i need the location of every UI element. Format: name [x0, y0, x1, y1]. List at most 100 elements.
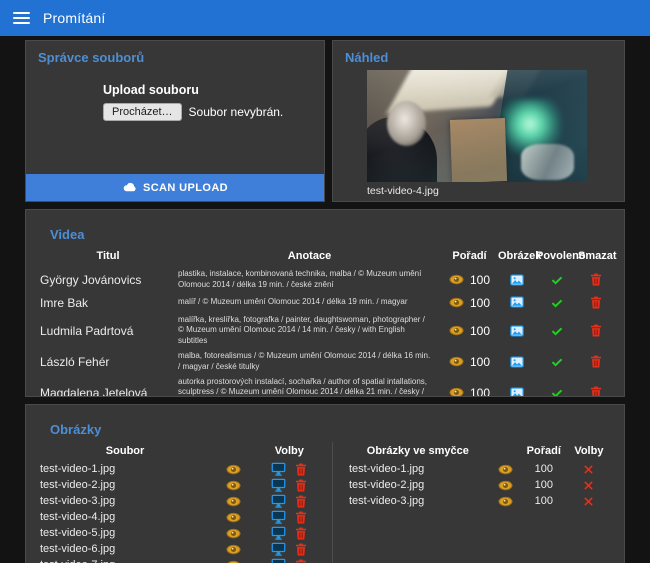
image-file-name: test-video-3.jpg [38, 493, 212, 509]
image-file-visibility-cell [212, 493, 256, 509]
image-file-options [256, 558, 323, 563]
file-manager-panel: Správce souborů Upload souboru Procházet… [25, 40, 325, 202]
video-delete-cell [578, 375, 614, 397]
file-input: Procházet… Soubor nevybrán. [103, 103, 324, 121]
visibility-eye-icon[interactable] [498, 464, 513, 475]
files-table-body: test-video-1.jpgtest-video-2.jpgtest-vid… [38, 461, 323, 563]
loop-image-row: test-video-2.jpg100 [347, 477, 612, 493]
visibility-eye-icon[interactable] [449, 387, 464, 397]
image-files-table: Soubor Volby test-video-1.jpgtest-video-… [38, 442, 323, 563]
video-order-cell: 100 [441, 375, 498, 397]
enabled-check-icon[interactable] [550, 324, 564, 337]
visibility-eye-icon[interactable] [226, 560, 241, 563]
delete-trash-icon[interactable] [590, 324, 602, 337]
visibility-eye-icon[interactable] [226, 480, 241, 491]
image-file-visibility-cell [212, 525, 256, 541]
video-order-value: 100 [470, 273, 490, 287]
visibility-eye-icon[interactable] [226, 528, 241, 539]
picture-icon[interactable] [510, 273, 524, 287]
delete-trash-icon[interactable] [295, 511, 307, 524]
visibility-eye-icon[interactable] [226, 544, 241, 555]
delete-trash-icon[interactable] [295, 559, 307, 563]
loop-image-file-name: test-video-3.jpg [347, 493, 489, 509]
picture-icon[interactable] [510, 324, 524, 338]
delete-trash-icon[interactable] [590, 273, 602, 286]
files-col-file: Soubor [38, 442, 212, 461]
visibility-eye-icon[interactable] [226, 512, 241, 523]
delete-trash-icon[interactable] [295, 527, 307, 540]
visibility-eye-icon[interactable] [449, 325, 464, 336]
menu-icon[interactable] [13, 12, 30, 24]
preview-title: Náhled [333, 41, 624, 65]
video-row: Imre Bakmalíř / © Muzeum umění Olomouc 2… [38, 293, 614, 313]
picture-icon[interactable] [510, 295, 524, 309]
enabled-check-icon[interactable] [550, 355, 564, 368]
enabled-check-icon[interactable] [550, 296, 564, 309]
image-file-options-cell [256, 525, 323, 541]
browse-button[interactable]: Procházet… [103, 103, 182, 121]
image-file-row: test-video-7.jpg [38, 557, 323, 563]
screen-monitor-icon[interactable] [271, 542, 286, 556]
video-order-cell: 100 [441, 349, 498, 375]
enabled-check-icon[interactable] [550, 273, 564, 286]
video-title: Ludmila Padrtová [38, 313, 178, 349]
enabled-check-icon[interactable] [550, 386, 564, 397]
visibility-eye-icon[interactable] [449, 356, 464, 367]
loop-image-visibility-cell [489, 493, 522, 509]
image-file-row: test-video-5.jpg [38, 525, 323, 541]
video-order-value: 100 [470, 386, 490, 397]
video-enabled-cell [536, 267, 578, 293]
delete-trash-icon[interactable] [295, 495, 307, 508]
delete-trash-icon[interactable] [295, 543, 307, 556]
screen-monitor-icon[interactable] [271, 558, 286, 563]
delete-trash-icon[interactable] [295, 479, 307, 492]
delete-trash-icon[interactable] [590, 355, 602, 368]
image-file-options-cell [256, 493, 323, 509]
video-title: Imre Bak [38, 293, 178, 313]
video-row: Ludmila Padrtovámalířka, kreslířka, foto… [38, 313, 614, 349]
image-file-options-cell [256, 557, 323, 563]
visibility-eye-icon[interactable] [449, 297, 464, 308]
image-file-options [256, 478, 323, 492]
image-file-options [256, 510, 323, 524]
loop-col-options: Volby [566, 442, 612, 461]
file-manager-title: Správce souborů [26, 41, 324, 65]
picture-icon[interactable] [510, 386, 524, 397]
image-file-options-cell [256, 541, 323, 557]
remove-x-icon[interactable] [583, 480, 594, 491]
remove-x-icon[interactable] [583, 464, 594, 475]
visibility-eye-icon[interactable] [226, 464, 241, 475]
scan-upload-button[interactable]: SCAN UPLOAD [26, 174, 324, 201]
tables-divider [332, 442, 333, 563]
delete-trash-icon[interactable] [590, 386, 602, 397]
visibility-eye-icon[interactable] [498, 496, 513, 507]
video-order: 100 [441, 324, 498, 338]
screen-monitor-icon[interactable] [271, 494, 286, 508]
screen-monitor-icon[interactable] [271, 510, 286, 524]
preview-body: test-video-4.jpg [333, 65, 624, 197]
app-title: Promítání [43, 10, 106, 26]
screen-monitor-icon[interactable] [271, 478, 286, 492]
app-header: Promítání [0, 0, 650, 36]
video-enabled-cell [536, 293, 578, 313]
video-order-cell: 100 [441, 293, 498, 313]
videos-title: Videa [38, 218, 612, 242]
visibility-eye-icon[interactable] [226, 496, 241, 507]
visibility-eye-icon[interactable] [449, 274, 464, 285]
videos-panel: Videa Titul Anotace Pořadí Obrázek Povol… [25, 209, 625, 397]
loop-image-visibility-cell [489, 477, 522, 493]
preview-caption: test-video-4.jpg [367, 185, 612, 197]
no-file-selected-text: Soubor nevybrán. [189, 105, 284, 119]
video-image-cell [498, 293, 536, 313]
delete-trash-icon[interactable] [295, 463, 307, 476]
visibility-eye-icon[interactable] [498, 480, 513, 491]
remove-x-icon[interactable] [583, 496, 594, 507]
screen-monitor-icon[interactable] [271, 462, 286, 476]
image-file-row: test-video-2.jpg [38, 477, 323, 493]
picture-icon[interactable] [510, 355, 524, 369]
image-file-row: test-video-6.jpg [38, 541, 323, 557]
image-file-visibility-cell [212, 557, 256, 563]
video-annotation: autorka prostorových instalací, sochařka… [178, 375, 441, 397]
delete-trash-icon[interactable] [590, 296, 602, 309]
screen-monitor-icon[interactable] [271, 526, 286, 540]
